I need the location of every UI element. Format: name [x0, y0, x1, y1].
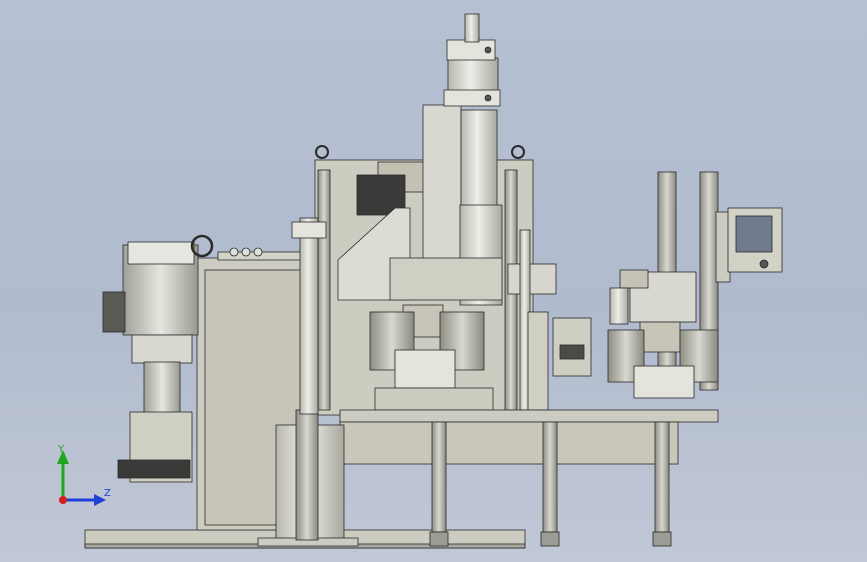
right-fixture [633, 365, 695, 399]
middle-post [527, 311, 549, 411]
bolt-top [484, 46, 492, 54]
housing-knob-1 [229, 247, 239, 257]
triad-y-label: Y [57, 444, 65, 455]
left-gear-shaft [143, 361, 181, 415]
triad-z-label: Z [104, 488, 111, 499]
cylinder-bottom-flange [443, 89, 501, 107]
table-apron [339, 421, 679, 465]
control-panel-screen[interactable] [735, 215, 773, 253]
gearbox-mid-dark [559, 344, 585, 360]
table-leg-1 [431, 421, 447, 533]
right-clamp-block [639, 321, 681, 353]
leveling-foot-3 [652, 531, 672, 547]
housing-knob-2 [241, 247, 251, 257]
head-block [389, 257, 503, 301]
middle-carriage [507, 263, 557, 295]
lifting-eye-right [511, 145, 525, 159]
lifting-eye-left [315, 145, 329, 159]
housing-knob-3 [253, 247, 263, 257]
left-motor-terminal [102, 291, 126, 333]
cad-viewport[interactable]: Y Z [0, 0, 867, 562]
tank-rail [295, 409, 319, 541]
table-leg-2 [542, 421, 558, 533]
column-body [422, 104, 462, 271]
machine-assembly[interactable] [84, 13, 783, 549]
right-spindle [609, 287, 629, 325]
left-motor-fan-cover [127, 241, 195, 265]
fixture-ring [394, 349, 456, 389]
right-motor [619, 269, 649, 289]
feed-rod-cap [291, 221, 327, 239]
leveling-foot-1 [429, 531, 449, 547]
coordinate-triad-icon: Y Z [57, 444, 111, 506]
left-motor-flange [131, 334, 193, 364]
feed-rod [299, 217, 319, 415]
main-frame-post-left [317, 169, 331, 411]
work-table [374, 387, 494, 411]
control-panel-knob[interactable] [759, 259, 769, 269]
bolt-bottom [484, 94, 492, 102]
leveling-foot-2 [540, 531, 560, 547]
table-top [339, 409, 719, 423]
cylinder-rod [464, 13, 480, 43]
table-leg-3 [654, 421, 670, 533]
left-gearbox-dark [117, 459, 191, 479]
triad-x-origin [59, 496, 67, 504]
